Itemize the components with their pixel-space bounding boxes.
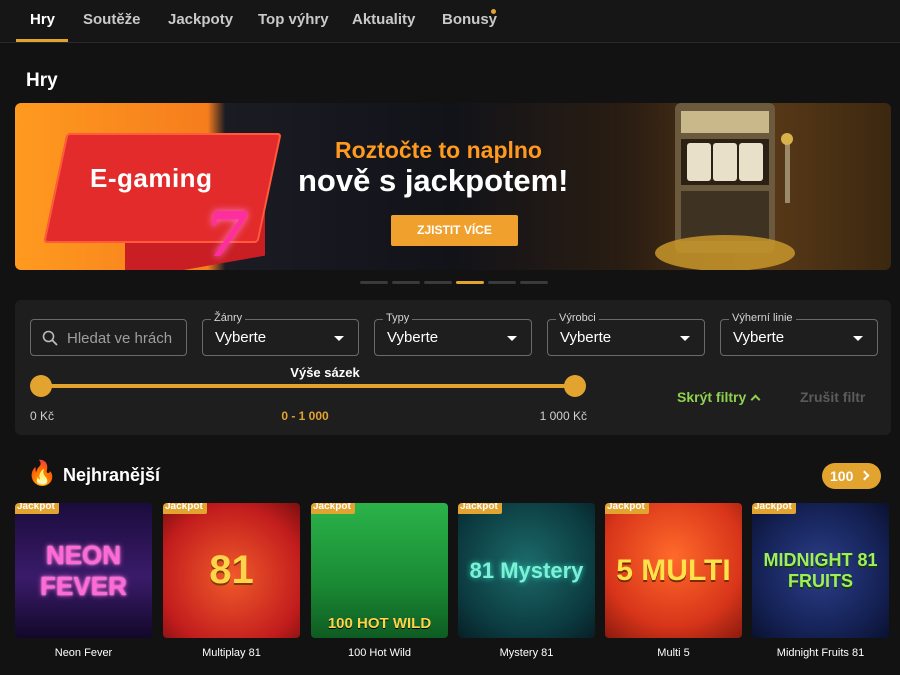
bet-max-label: 1 000 Kč xyxy=(539,409,587,423)
game-name[interactable]: 100 Hot Wild xyxy=(311,647,448,659)
banner-brand: E-gaming xyxy=(90,163,213,193)
bet-slider-track[interactable] xyxy=(41,384,575,388)
slide-dot[interactable] xyxy=(392,281,420,284)
filter-panel: Hledat ve hrách Žánry Vyberte Typy Vyber… xyxy=(15,300,891,435)
bet-min-label: 0 Kč xyxy=(30,409,55,423)
game-art: 100 HOT WILD xyxy=(311,503,448,638)
tab-jackpoty[interactable]: Jackpoty xyxy=(168,0,233,42)
game-name[interactable]: Midnight Fruits 81 xyxy=(752,647,889,659)
game-art: 81 xyxy=(163,503,300,638)
show-all-button[interactable]: 100 xyxy=(822,463,881,489)
caret-down-icon xyxy=(507,336,517,341)
bet-range-label: 0 - 1 000 xyxy=(281,409,329,423)
jackpot-badge: Jackpot xyxy=(752,503,796,514)
genre-select[interactable]: Žánry Vyberte xyxy=(202,312,359,356)
game-tile-multi-5[interactable]: 5 MULTI Jackpot xyxy=(605,503,742,638)
tab-top-vyhry[interactable]: Top výhry xyxy=(258,0,329,42)
chevron-right-icon xyxy=(859,470,870,481)
game-tile-mystery-81[interactable]: 81 Mystery Jackpot xyxy=(458,503,595,638)
tab-souteze[interactable]: Soutěže xyxy=(83,0,141,42)
select-value: Vyberte xyxy=(215,329,267,346)
game-art: 5 MULTI xyxy=(605,503,742,638)
page-title: Hry xyxy=(26,70,58,91)
hide-filters-label: Skrýt filtry xyxy=(677,389,747,405)
notification-dot xyxy=(491,9,496,14)
game-count: 100 xyxy=(830,468,854,484)
chevron-up-icon xyxy=(750,394,761,405)
tab-aktuality[interactable]: Aktuality xyxy=(352,0,415,42)
jackpot-badge: Jackpot xyxy=(605,503,649,514)
active-tab-indicator xyxy=(16,39,68,42)
select-value: Vyberte xyxy=(560,329,612,346)
lucky-seven-icon: 7 xyxy=(205,198,249,270)
select-value: Vyberte xyxy=(387,329,439,346)
jackpot-badge: Jackpot xyxy=(311,503,355,514)
select-label: Výrobci xyxy=(556,312,599,324)
slide-dot[interactable] xyxy=(424,281,452,284)
slide-dot-active[interactable] xyxy=(456,281,484,284)
clear-filter-button[interactable]: Zrušit filtr xyxy=(800,389,865,405)
tab-bonusy[interactable]: Bonusy xyxy=(442,0,497,42)
slide-dot[interactable] xyxy=(360,281,388,284)
select-value: Vyberte xyxy=(733,329,785,346)
bet-slider-title: Výše sázek xyxy=(290,365,360,380)
hide-filters-button[interactable]: Skrýt filtry xyxy=(677,389,761,405)
provider-select[interactable]: Výrobci Vyberte xyxy=(547,312,705,356)
caret-down-icon xyxy=(853,336,863,341)
game-tile-multiplay-81[interactable]: 81 Jackpot xyxy=(163,503,300,638)
game-name[interactable]: Multi 5 xyxy=(605,647,742,659)
search-input[interactable]: Hledat ve hrách xyxy=(30,319,187,356)
bet-slider-max-handle[interactable] xyxy=(564,375,586,397)
bet-slider-min-handle[interactable] xyxy=(30,375,52,397)
select-label: Žánry xyxy=(211,312,246,324)
game-art: 81 Mystery xyxy=(458,503,595,638)
section-title: Nejhranější xyxy=(63,465,161,485)
tab-hry[interactable]: Hry xyxy=(30,0,55,42)
slide-dot[interactable] xyxy=(488,281,516,284)
game-name[interactable]: Mystery 81 xyxy=(458,647,595,659)
jackpot-badge: Jackpot xyxy=(458,503,502,514)
jackpot-badge: Jackpot xyxy=(163,503,207,514)
promo-banner[interactable]: E-gaming 7 Roztočte to naplno nově s jac… xyxy=(15,103,891,270)
slide-dot[interactable] xyxy=(520,281,548,284)
slot-machine-icon xyxy=(655,103,795,270)
search-icon xyxy=(42,330,58,346)
top-nav: Hry Soutěže Jackpoty Top výhry Aktuality… xyxy=(0,0,900,43)
caret-down-icon xyxy=(334,336,344,341)
select-label: Typy xyxy=(383,312,413,324)
game-art: MIDNIGHT 81 FRUITS xyxy=(752,503,889,638)
banner-cta-button[interactable]: ZJISTIT VÍCE xyxy=(391,215,518,246)
game-tile-midnight-fruits-81[interactable]: MIDNIGHT 81 FRUITS Jackpot xyxy=(752,503,889,638)
select-label: Výherní linie xyxy=(729,312,796,324)
type-select[interactable]: Typy Vyberte xyxy=(374,312,532,356)
game-art: NEON FEVER xyxy=(15,503,152,638)
game-name[interactable]: Neon Fever xyxy=(15,647,152,659)
game-tile-neon-fever[interactable]: NEON FEVER Jackpot xyxy=(15,503,152,638)
banner-subheadline: nově s jackpotem! xyxy=(298,163,569,198)
caret-down-icon xyxy=(680,336,690,341)
banner-headline: Roztočte to naplno xyxy=(335,137,542,163)
game-name[interactable]: Multiplay 81 xyxy=(163,647,300,659)
game-tile-100-hot-wild[interactable]: 100 HOT WILD Jackpot xyxy=(311,503,448,638)
search-placeholder: Hledat ve hrách xyxy=(67,330,173,347)
jackpot-badge: Jackpot xyxy=(15,503,59,514)
flame-icon: 🔥 xyxy=(27,460,57,487)
paylines-select[interactable]: Výherní linie Vyberte xyxy=(720,312,878,356)
